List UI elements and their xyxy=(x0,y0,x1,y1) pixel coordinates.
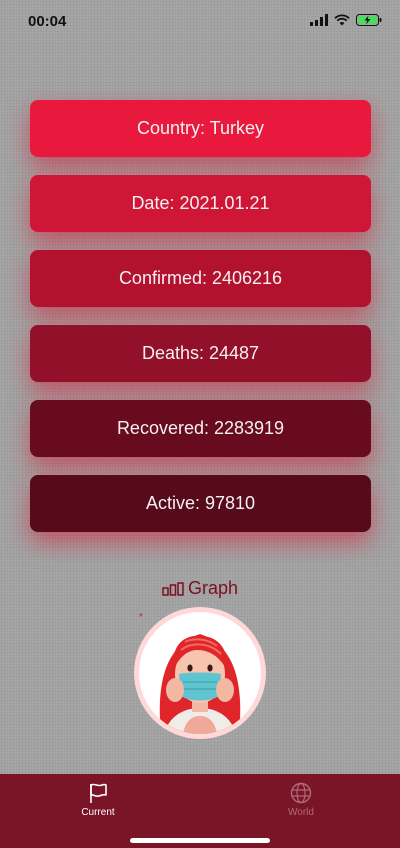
recovered-label: Recovered: 2283919 xyxy=(116,418,285,438)
signal-icon xyxy=(310,14,328,26)
confirmed-card: Confirmed: 2406216 xyxy=(30,250,371,307)
stats-card-list: Country: Turkey Date: 2021.01.21 Confirm… xyxy=(30,100,371,550)
date-label: Date: 2021.01.21 xyxy=(131,193,270,213)
tab-current-label: Current xyxy=(81,807,115,818)
decorative-mark: * xyxy=(139,612,143,623)
status-bar: 00:04 xyxy=(0,0,400,44)
country-card: Country: Turkey xyxy=(30,100,371,157)
date-card: Date: 2021.01.21 xyxy=(30,175,371,232)
masked-woman-illustration xyxy=(159,634,241,734)
tab-world-label: World xyxy=(288,807,314,818)
flag-icon xyxy=(90,783,107,803)
wifi-icon xyxy=(334,14,350,26)
deaths-label: Deaths: 24487 xyxy=(141,343,260,363)
tab-bar: Current World xyxy=(0,774,400,848)
avatar xyxy=(134,607,266,739)
deaths-card: Deaths: 24487 xyxy=(30,325,371,382)
country-label: Country: Turkey xyxy=(136,118,265,138)
active-label: Active: 97810 xyxy=(145,493,256,513)
confirmed-label: Confirmed: 2406216 xyxy=(118,268,283,288)
battery-charging-icon xyxy=(356,14,382,26)
active-card: Active: 97810 xyxy=(30,475,371,532)
globe-icon xyxy=(290,782,312,804)
tab-world[interactable]: World xyxy=(251,782,351,818)
status-icons xyxy=(310,14,382,26)
tab-current[interactable]: Current xyxy=(48,782,148,818)
graph-label: Graph xyxy=(187,578,239,598)
status-time: 00:04 xyxy=(28,13,67,30)
bar-chart-icon xyxy=(162,581,184,596)
home-indicator[interactable] xyxy=(130,838,270,843)
recovered-card: Recovered: 2283919 xyxy=(30,400,371,457)
graph-button[interactable]: Graph xyxy=(0,578,400,599)
